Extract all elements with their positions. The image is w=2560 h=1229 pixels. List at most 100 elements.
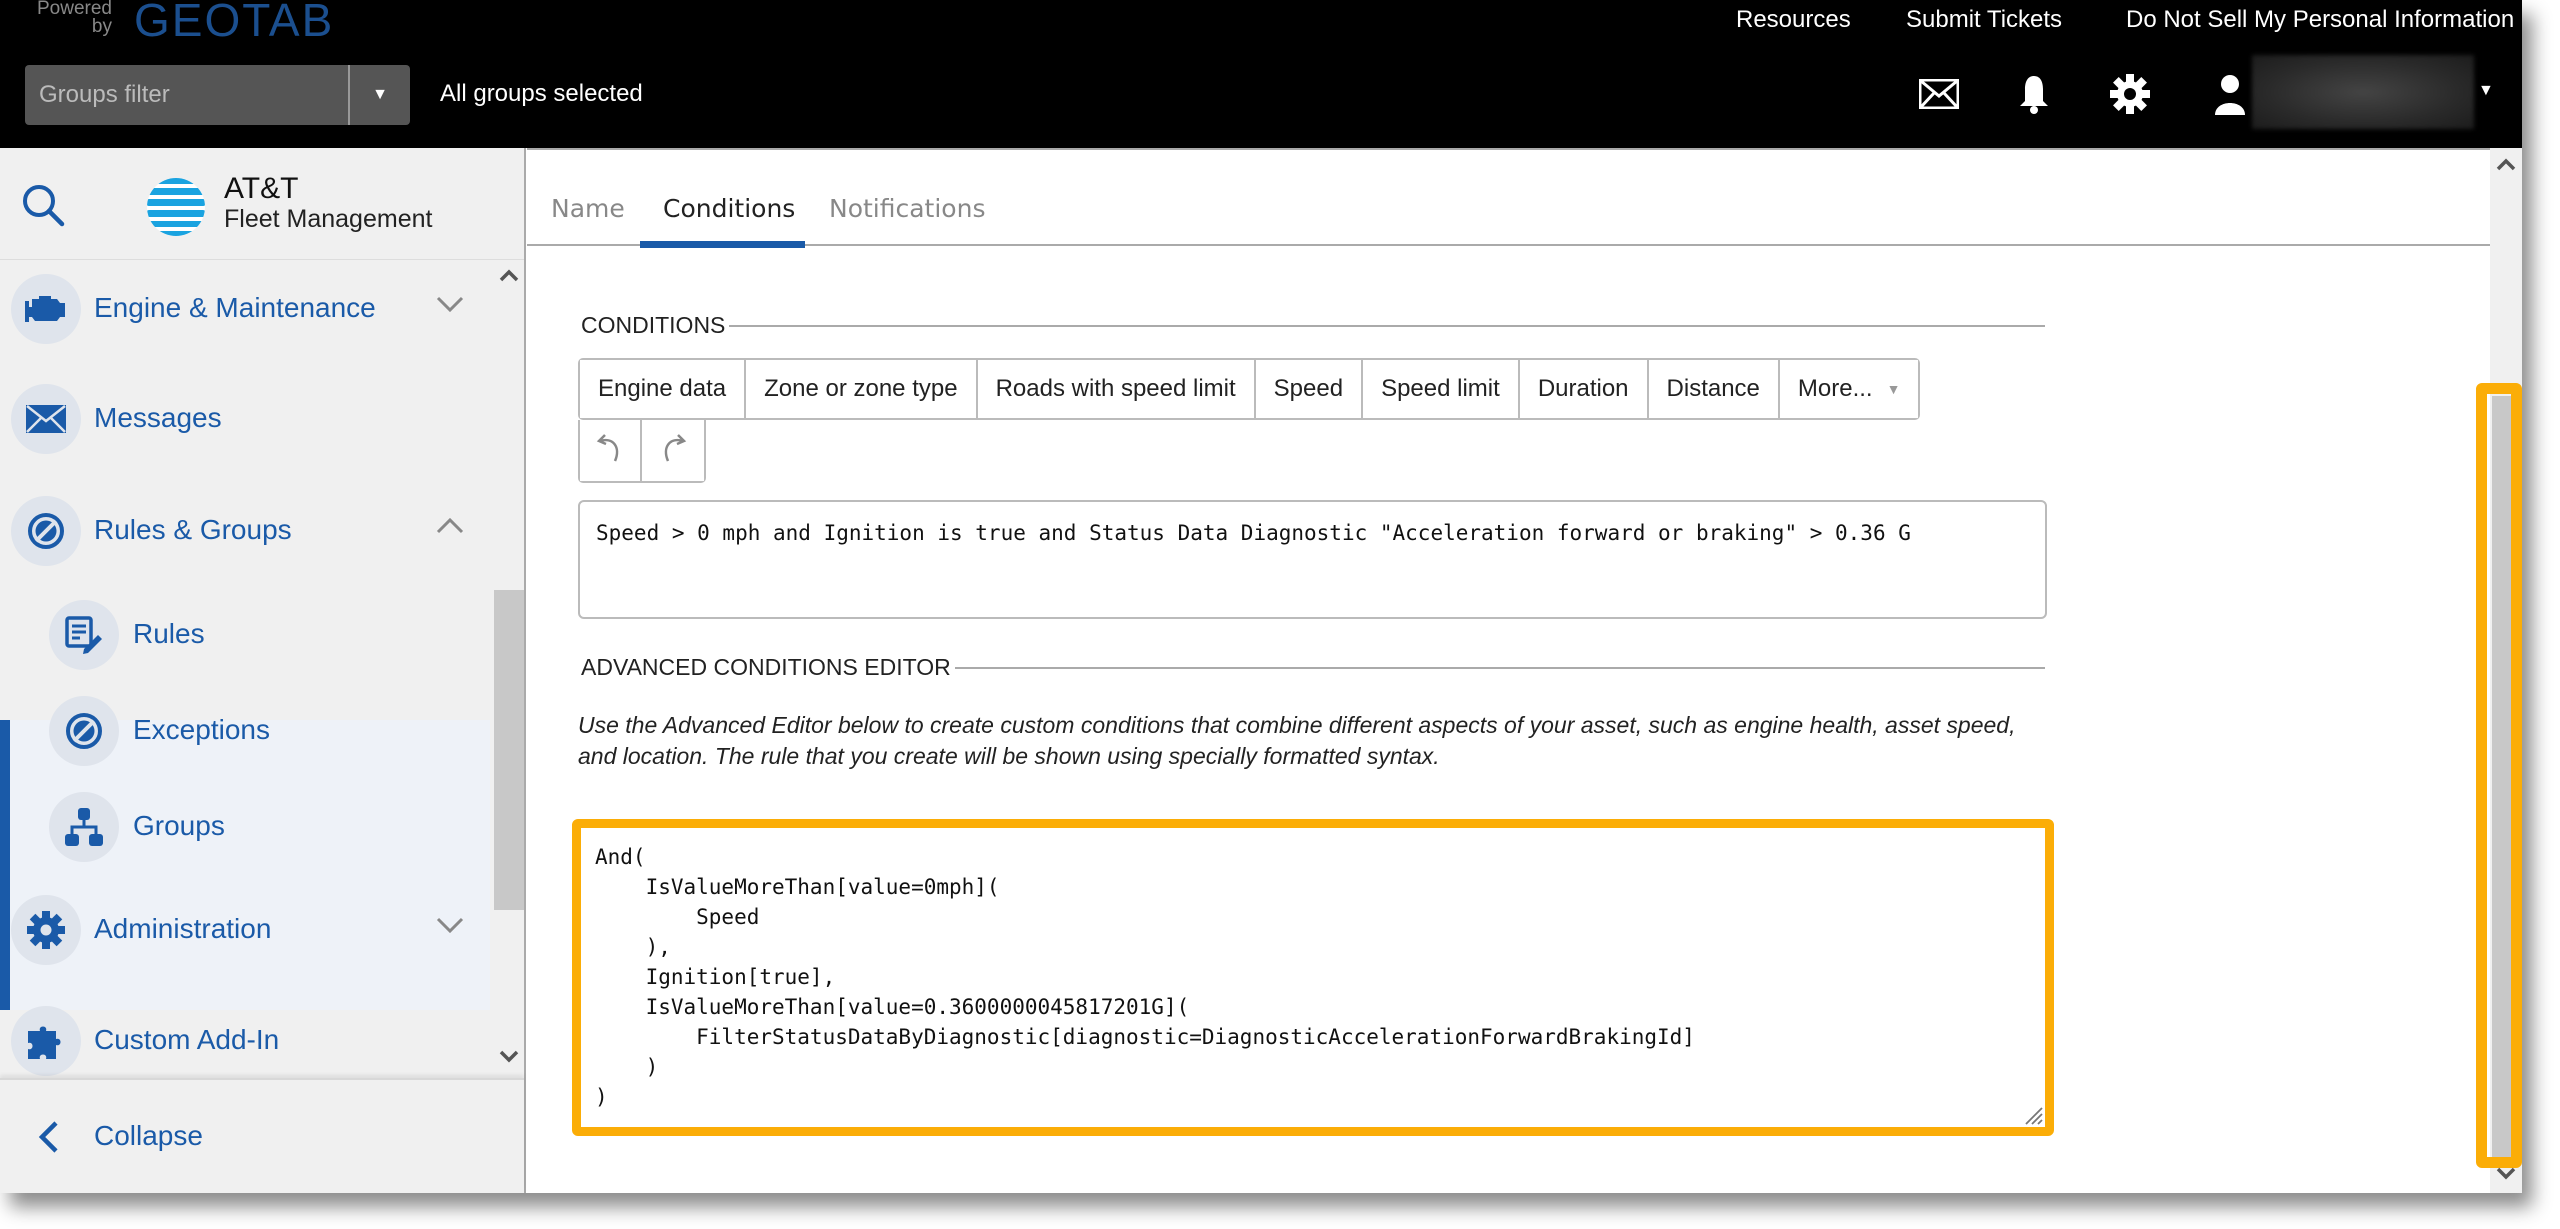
tab-bar: Name Conditions Notifications bbox=[527, 148, 2490, 248]
divider bbox=[954, 666, 2045, 669]
button-label: Roads with speed limit bbox=[995, 375, 1236, 402]
sidebar-item-label: Exceptions bbox=[133, 714, 270, 745]
button-label: Speed bbox=[1273, 375, 1344, 402]
advanced-conditions-editor[interactable] bbox=[581, 828, 2045, 1127]
engine-icon bbox=[11, 274, 81, 344]
advanced-editor-description: Use the Advanced Editor below to create … bbox=[578, 712, 2016, 769]
app-window: Powered by GEOTAB Resources Submit Ticke… bbox=[0, 0, 2522, 1193]
bell-icon[interactable] bbox=[2012, 72, 2056, 116]
sidebar-item-rules[interactable]: Rules bbox=[0, 586, 490, 686]
sidebar-item-groups[interactable]: Groups bbox=[0, 778, 490, 878]
sidebar-item-rules-groups[interactable]: Rules & Groups bbox=[0, 482, 490, 582]
collapse-button[interactable]: Collapse bbox=[0, 1078, 524, 1193]
geotab-logo: GEOTAB bbox=[134, 0, 335, 46]
conditions-summary: Speed > 0 mph and Ignition is true and S… bbox=[578, 500, 2047, 619]
sidebar-scrollbar-thumb[interactable] bbox=[494, 590, 524, 910]
sidebar-item-label: Custom Add-In bbox=[94, 1024, 280, 1055]
button-label: Engine data bbox=[598, 375, 727, 402]
sidebar-header: AT&T Fleet Management bbox=[0, 148, 524, 260]
sidebar-item-label: Engine & Maintenance bbox=[94, 292, 376, 323]
button-label: Speed limit bbox=[1381, 375, 1500, 402]
undo-button[interactable] bbox=[580, 420, 642, 481]
caret-down-icon: ▼ bbox=[1886, 381, 1901, 397]
envelope-icon bbox=[11, 384, 81, 454]
gear-icon bbox=[11, 895, 81, 965]
sidebar-item-label: Administration bbox=[94, 913, 272, 944]
active-tab-indicator bbox=[640, 241, 805, 248]
att-globe-logo-icon bbox=[146, 176, 206, 238]
distance-button[interactable]: Distance bbox=[1648, 360, 1780, 418]
mail-icon[interactable] bbox=[1917, 72, 1961, 116]
puzzle-icon bbox=[11, 1006, 81, 1076]
tab-name[interactable]: Name bbox=[551, 194, 625, 223]
sidebar-item-custom-add-in[interactable]: Custom Add-In bbox=[0, 992, 490, 1078]
sidebar-item-label: Rules & Groups bbox=[94, 514, 292, 545]
roads-speed-limit-button[interactable]: Roads with speed limit bbox=[977, 360, 1256, 418]
conditions-heading-text: CONDITIONS bbox=[581, 312, 726, 338]
groups-filter-dropdown[interactable]: Groups filter ▼ bbox=[25, 65, 410, 125]
sidebar: AT&T Fleet Management Engine & Maintenan… bbox=[0, 148, 526, 1193]
divider bbox=[729, 324, 2045, 327]
rule-editor-content: Name Conditions Notifications CONDITIONS… bbox=[527, 148, 2490, 1193]
caret-down-icon[interactable]: ▼ bbox=[350, 65, 410, 125]
scroll-down-arrow-icon[interactable] bbox=[2494, 1166, 2518, 1190]
speed-button[interactable]: Speed bbox=[1255, 360, 1364, 418]
button-label: Zone or zone type bbox=[764, 375, 958, 402]
scroll-up-arrow-icon[interactable] bbox=[498, 268, 520, 290]
rule-edit-icon bbox=[49, 600, 119, 670]
sidebar-nav: Engine & Maintenance Messages Rules & Gr… bbox=[0, 260, 524, 1078]
tab-notifications[interactable]: Notifications bbox=[829, 194, 985, 223]
undo-redo-group bbox=[578, 420, 706, 483]
submit-tickets-link[interactable]: Submit Tickets bbox=[1906, 6, 2062, 34]
scroll-down-arrow-icon[interactable] bbox=[498, 1050, 520, 1072]
top-bar: Powered by GEOTAB Resources Submit Ticke… bbox=[0, 0, 2522, 148]
sidebar-item-engine-maintenance[interactable]: Engine & Maintenance bbox=[0, 260, 490, 360]
tab-conditions[interactable]: Conditions bbox=[663, 194, 795, 223]
sidebar-item-messages[interactable]: Messages bbox=[0, 370, 490, 470]
sidebar-item-administration[interactable]: Administration bbox=[0, 881, 490, 981]
chevron-down-icon[interactable] bbox=[436, 917, 464, 938]
brand-name: AT&T bbox=[224, 172, 299, 205]
conditions-toolbar: Engine data Zone or zone type Roads with… bbox=[578, 358, 1921, 420]
prohibit-icon bbox=[11, 496, 81, 566]
scrollbar-highlight bbox=[2476, 383, 2522, 1168]
redo-button[interactable] bbox=[642, 420, 704, 481]
sidebar-item-label: Messages bbox=[94, 402, 222, 433]
hierarchy-icon bbox=[49, 792, 119, 862]
user-name-redacted[interactable] bbox=[2252, 55, 2474, 129]
prohibit-icon bbox=[49, 696, 119, 766]
speed-limit-button[interactable]: Speed limit bbox=[1363, 360, 1520, 418]
duration-button[interactable]: Duration bbox=[1519, 360, 1649, 418]
resize-grip-icon[interactable] bbox=[2021, 1103, 2043, 1125]
chevron-up-icon[interactable] bbox=[436, 517, 464, 539]
advanced-editor-heading: ADVANCED CONDITIONS EDITOR bbox=[581, 654, 2045, 681]
advanced-editor-highlight bbox=[572, 819, 2054, 1136]
chevron-down-icon[interactable] bbox=[436, 296, 464, 317]
undo-icon bbox=[595, 431, 625, 470]
conditions-heading: CONDITIONS bbox=[581, 312, 2045, 339]
button-label: Distance bbox=[1666, 375, 1760, 402]
zone-button[interactable]: Zone or zone type bbox=[746, 360, 978, 418]
groups-filter-input[interactable]: Groups filter bbox=[39, 81, 170, 109]
engine-data-button[interactable]: Engine data bbox=[580, 360, 747, 418]
button-label: More... bbox=[1797, 375, 1873, 402]
sidebar-item-label: Rules bbox=[133, 618, 205, 649]
brand-subtitle: Fleet Management bbox=[224, 205, 433, 233]
groups-status-text: All groups selected bbox=[440, 80, 643, 107]
sidebar-item-label: Groups bbox=[133, 810, 225, 841]
sidebar-item-exceptions[interactable]: Exceptions bbox=[0, 682, 490, 782]
collapse-label: Collapse bbox=[94, 1120, 203, 1151]
more-dropdown-button[interactable]: More... ▼ bbox=[1779, 360, 1919, 418]
search-icon[interactable] bbox=[20, 182, 66, 233]
chevron-left-icon bbox=[36, 1120, 60, 1159]
powered-by-label: Powered by bbox=[37, 0, 112, 37]
resources-link[interactable]: Resources bbox=[1736, 6, 1851, 34]
scroll-up-arrow-icon[interactable] bbox=[2494, 156, 2518, 180]
redo-icon bbox=[658, 431, 688, 470]
advanced-heading-text: ADVANCED CONDITIONS EDITOR bbox=[581, 654, 951, 680]
user-icon[interactable] bbox=[2208, 72, 2252, 116]
button-label: Duration bbox=[1537, 375, 1629, 402]
do-not-sell-link[interactable]: Do Not Sell My Personal Information bbox=[2126, 6, 2514, 34]
gear-icon[interactable] bbox=[2108, 72, 2152, 116]
user-menu-caret-icon[interactable]: ▼ bbox=[2478, 82, 2494, 100]
